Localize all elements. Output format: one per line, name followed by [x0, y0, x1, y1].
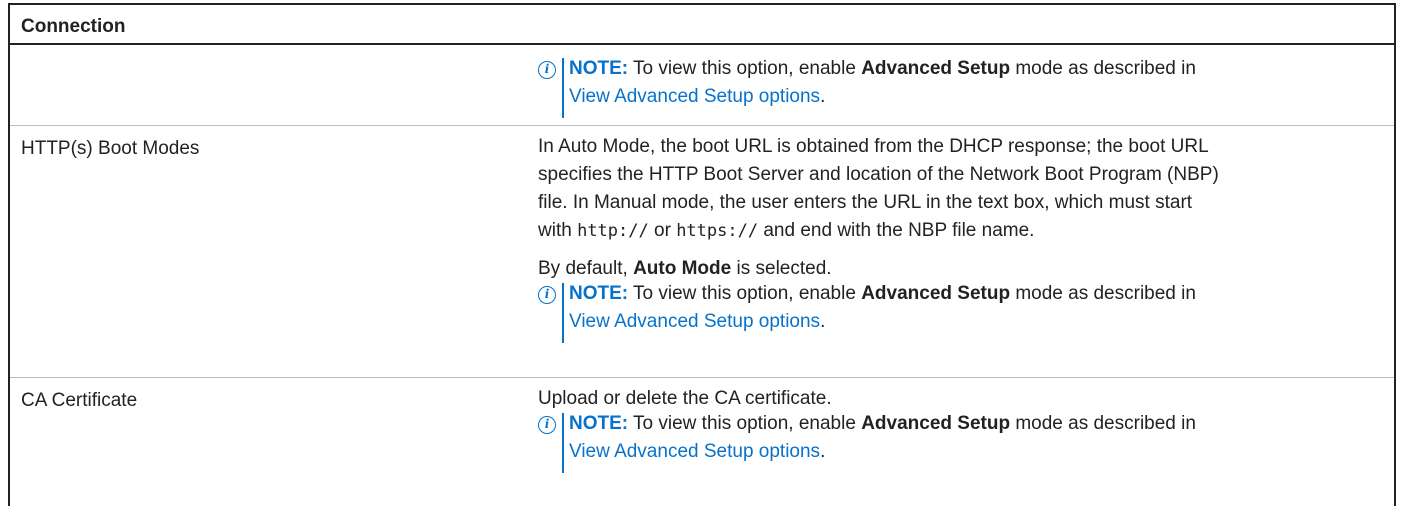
boot-modes-description: In Auto Mode, the boot URL is obtained f… [538, 133, 1358, 245]
description-line: specifies the HTTP Boot Server and locat… [538, 164, 1219, 185]
description-line: with [538, 220, 578, 241]
table-row: HTTP(s) Boot Modes In Auto Mode, the boo… [10, 126, 1394, 378]
note-end: . [820, 311, 826, 332]
advanced-setup-link[interactable]: View Advanced Setup options [569, 441, 820, 462]
row-description: In Auto Mode, the boot URL is obtained f… [538, 133, 1358, 345]
note-label: NOTE: [569, 283, 629, 304]
row-label: HTTP(s) Boot Modes [21, 138, 200, 159]
table-header: Connection [10, 5, 1394, 45]
connection-table: Connection i NOTE: To view this option, … [8, 3, 1396, 506]
note-body: To view this option, enable [628, 413, 862, 434]
note-text: NOTE: To view this option, enable Advanc… [569, 280, 1389, 336]
code-https: https:// [676, 221, 759, 241]
default-mode-value: Auto Mode [633, 258, 732, 279]
description-text: or [648, 220, 677, 241]
note-callout: i NOTE: To view this option, enable Adva… [538, 413, 1358, 475]
note-emphasis: Advanced Setup [861, 413, 1011, 434]
description-text: and end with the NBP file name. [758, 220, 1035, 241]
info-icon: i [538, 416, 556, 434]
default-text-tail: is selected. [731, 258, 832, 279]
note-callout: i NOTE: To view this option, enable Adva… [538, 58, 1358, 120]
note-emphasis: Advanced Setup [861, 58, 1011, 79]
table-row: CA Certificate Upload or delete the CA c… [10, 378, 1394, 506]
note-end: . [820, 86, 826, 107]
note-body-tail: mode as described in [1010, 283, 1196, 304]
note-divider [562, 413, 564, 473]
default-mode-text: By default, Auto Mode is selected. [538, 255, 1358, 283]
advanced-setup-link[interactable]: View Advanced Setup options [569, 311, 820, 332]
row-label: CA Certificate [21, 390, 138, 411]
note-emphasis: Advanced Setup [861, 283, 1011, 304]
note-callout: i NOTE: To view this option, enable Adva… [538, 283, 1358, 345]
note-end: . [820, 441, 826, 462]
code-http: http:// [577, 221, 649, 241]
advanced-setup-link[interactable]: View Advanced Setup options [569, 86, 820, 107]
note-text: NOTE: To view this option, enable Advanc… [569, 410, 1389, 466]
row-description: Upload or delete the CA certificate. i N… [538, 385, 1358, 475]
note-text: NOTE: To view this option, enable Advanc… [569, 55, 1389, 111]
note-label: NOTE: [569, 413, 629, 434]
ca-certificate-description: Upload or delete the CA certificate. [538, 388, 832, 409]
note-body: To view this option, enable [628, 58, 862, 79]
note-body: To view this option, enable [628, 283, 862, 304]
note-body-tail: mode as described in [1010, 413, 1196, 434]
table-row: i NOTE: To view this option, enable Adva… [10, 45, 1394, 126]
note-label: NOTE: [569, 58, 629, 79]
note-divider [562, 283, 564, 343]
default-text: By default, [538, 258, 634, 279]
row-description: i NOTE: To view this option, enable Adva… [538, 58, 1358, 120]
description-line: In Auto Mode, the boot URL is obtained f… [538, 136, 1209, 157]
description-line: file. In Manual mode, the user enters th… [538, 192, 1193, 213]
note-body-tail: mode as described in [1010, 58, 1196, 79]
info-icon: i [538, 61, 556, 79]
info-icon: i [538, 286, 556, 304]
note-divider [562, 58, 564, 118]
